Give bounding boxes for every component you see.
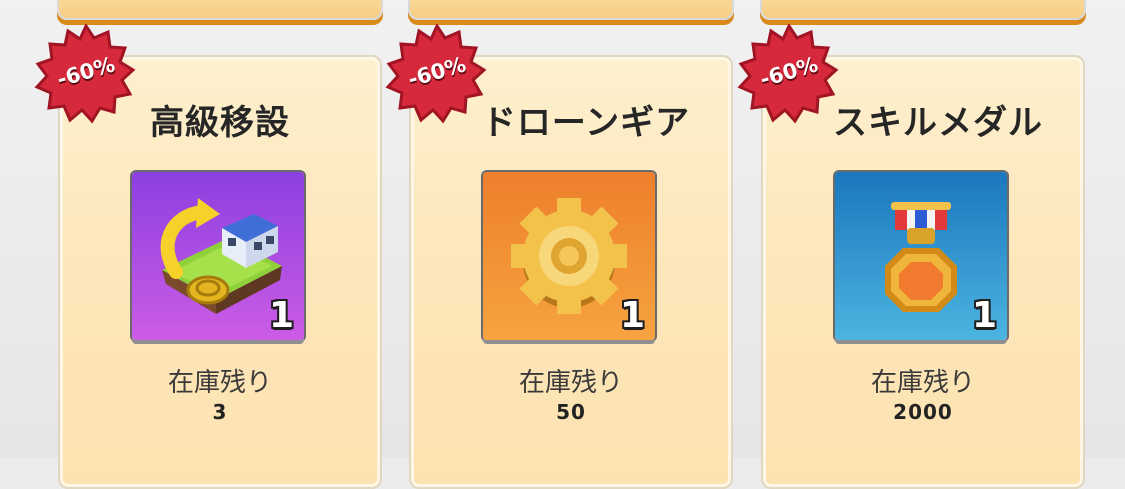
discount-badge: -60%: [737, 22, 841, 128]
item-icon-frame[interactable]: 1: [132, 172, 304, 340]
item-icon-frame[interactable]: 1: [835, 172, 1007, 340]
discount-badge: -60%: [34, 22, 138, 128]
shop-item-card-above[interactable]: [408, 0, 734, 20]
stock-value: 3: [212, 400, 228, 424]
item-quantity: 1: [268, 295, 294, 336]
shop-item-card-above[interactable]: [57, 0, 383, 20]
stock-label: 在庫残り: [870, 368, 975, 398]
discount-badge: -60%: [385, 22, 489, 128]
shop-item-card-above[interactable]: [760, 0, 1086, 20]
stock-label: 在庫残り: [518, 368, 623, 398]
item-icon-frame[interactable]: 1: [483, 172, 655, 340]
item-quantity: 1: [619, 295, 645, 336]
item-quantity: 1: [971, 295, 997, 336]
stock-value: 2000: [893, 400, 953, 424]
stock-label: 在庫残り: [167, 368, 272, 398]
stock-value: 50: [556, 400, 586, 424]
